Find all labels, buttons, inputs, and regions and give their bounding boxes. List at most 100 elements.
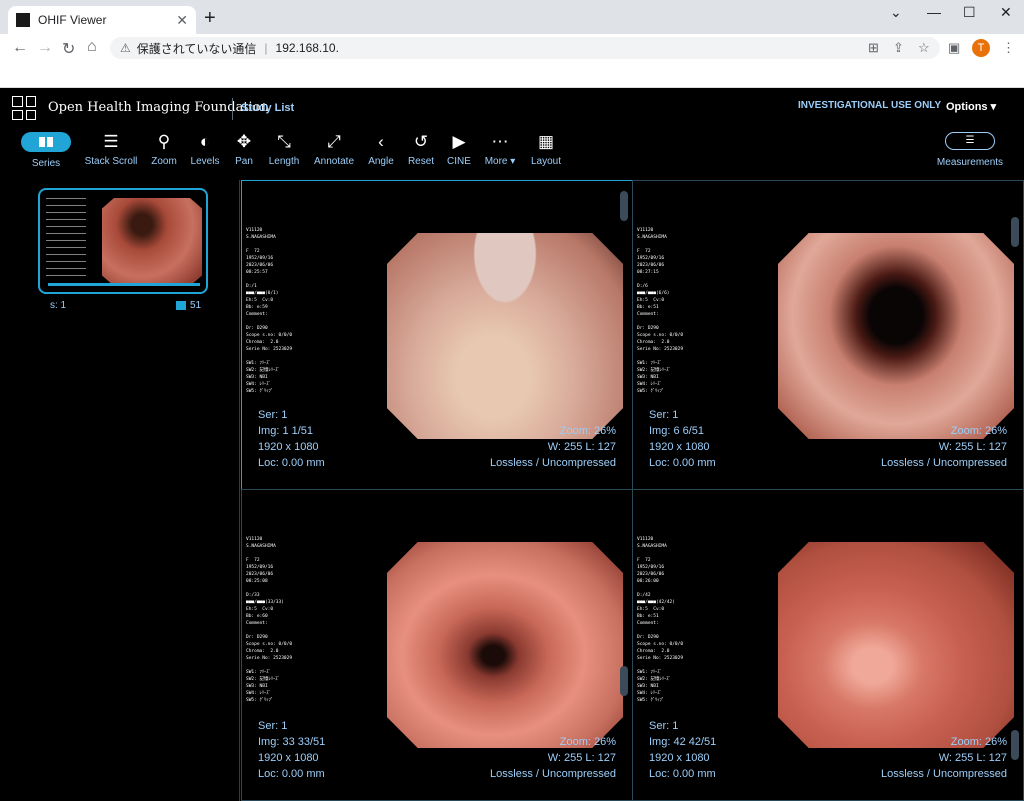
new-tab-button[interactable]: +	[204, 8, 216, 28]
bookmark-star-icon[interactable]: ☆	[918, 40, 930, 56]
caret-down-icon: ▾	[510, 156, 516, 167]
series-label: Series	[31, 158, 61, 169]
translate-icon[interactable]: ⊞	[868, 40, 879, 56]
back-button[interactable]: ←	[12, 39, 28, 57]
overlay-zoom: Zoom: 26%	[559, 425, 616, 437]
stack-scroll-label: Stack Scroll	[84, 156, 138, 167]
ohif-header: Open Health Imaging Foundation Study Lis…	[0, 88, 1024, 126]
viewport-grid: V11120 S.NAGASHIMA F 72 1952/09/16 2023/…	[241, 180, 1024, 801]
cine-button[interactable]: ▶ CINE	[443, 132, 475, 167]
image-count-value: 51	[190, 300, 202, 311]
overlay-series: Ser: 1	[649, 409, 679, 421]
series-icon	[21, 132, 71, 152]
stack-scroll-button[interactable]: ☰ Stack Scroll	[84, 132, 138, 167]
angle-button[interactable]: ‹ Angle	[365, 132, 397, 167]
overlay-size: 1920 x 1080	[649, 752, 710, 764]
overlay-compression: Lossless / Uncompressed	[490, 768, 616, 780]
zoom-icon: ⚲	[157, 132, 171, 151]
browser-tab-bar: OHIF Viewer ✕ + ⌄ — ☐ ✕	[0, 0, 1024, 34]
annotate-label: Annotate	[313, 156, 355, 167]
overlay-image: Img: 6 6/51	[649, 425, 705, 437]
overlay-top-left: Ser: 1 Img: 33 33/51 1920 x 1080 Loc: 0.…	[258, 718, 325, 782]
levels-label: Levels	[190, 156, 220, 167]
viewport-scrollbar[interactable]	[1011, 730, 1019, 760]
annotate-icon: ⤢	[327, 132, 341, 151]
ohif-favicon-icon	[16, 13, 30, 27]
burned-in-metadata: V11120 S.NAGASHIMA F 72 1952/09/16 2023/…	[637, 228, 684, 394]
series-number: s: 1	[50, 300, 67, 311]
overlay-zoom: Zoom: 26%	[950, 425, 1007, 437]
browser-tab[interactable]: OHIF Viewer ✕	[8, 6, 196, 34]
forward-button[interactable]: →	[37, 39, 53, 57]
viewport-3[interactable]: V11120 S.NAGASHIMA F 72 1952/09/16 2023/…	[241, 489, 633, 801]
viewport-2[interactable]: V11120 S.NAGASHIMA F 72 1952/09/16 2023/…	[632, 180, 1024, 490]
omnibox-separator: |	[264, 41, 268, 55]
levels-button[interactable]: ◐ Levels	[189, 132, 221, 167]
length-button[interactable]: ⤡ Length	[267, 132, 301, 167]
length-icon: ⤡	[277, 132, 291, 151]
endoscopy-image	[778, 233, 1014, 439]
series-thumbnail[interactable]	[38, 188, 208, 294]
security-text: 保護されていない通信	[136, 41, 257, 56]
cine-icon: ▶	[452, 132, 466, 151]
overlay-window-level: W: 255 L: 127	[547, 441, 616, 453]
burned-in-metadata: V11120 S.NAGASHIMA F 72 1952/09/16 2023/…	[246, 537, 293, 703]
minimize-button[interactable]: —	[927, 4, 941, 20]
side-panel-icon[interactable]: ▣	[948, 40, 960, 56]
endoscopy-image	[778, 542, 1014, 748]
series-button[interactable]: Series	[21, 132, 71, 169]
overlay-image: Img: 1 1/51	[258, 425, 314, 437]
options-menu[interactable]: Options ▾	[946, 100, 996, 113]
app-title: Open Health Imaging Foundation	[48, 100, 269, 115]
restore-button[interactable]: ☐	[963, 4, 976, 21]
pan-button[interactable]: ✥ Pan	[228, 132, 260, 167]
tab-title: OHIF Viewer	[38, 13, 107, 27]
overlay-size: 1920 x 1080	[258, 441, 319, 453]
tab-search-icon[interactable]: ⌄	[890, 4, 902, 21]
warning-icon[interactable]: ⚠	[120, 41, 131, 55]
more-button[interactable]: ⋯ More ▾	[482, 132, 518, 167]
options-label: Options	[946, 101, 988, 113]
ohif-logo-icon[interactable]	[12, 96, 36, 120]
close-tab-icon[interactable]: ✕	[176, 12, 188, 29]
viewport-scrollbar[interactable]	[620, 191, 628, 221]
viewport-1[interactable]: V11120 S.NAGASHIMA F 72 1952/09/16 2023/…	[241, 180, 633, 490]
overlay-series: Ser: 1	[649, 720, 679, 732]
length-label: Length	[268, 156, 300, 167]
overlay-location: Loc: 0.00 mm	[649, 768, 716, 780]
layout-button[interactable]: ▦ Layout	[528, 132, 564, 167]
image-count: 51	[176, 300, 201, 311]
annotate-button[interactable]: ⤢ Annotate	[313, 132, 355, 167]
more-label-wrap: More ▾	[482, 156, 518, 167]
overlay-size: 1920 x 1080	[649, 441, 710, 453]
levels-icon: ◐	[199, 132, 211, 151]
overlay-bottom-right: Zoom: 26% W: 255 L: 127 Lossless / Uncom…	[490, 423, 616, 471]
zoom-button[interactable]: ⚲ Zoom	[148, 132, 180, 167]
viewport-scrollbar[interactable]	[1011, 217, 1019, 247]
close-window-button[interactable]: ✕	[1000, 4, 1012, 21]
reset-label: Reset	[407, 156, 435, 167]
browser-menu-icon[interactable]: ⋮	[1002, 40, 1015, 56]
overlay-location: Loc: 0.00 mm	[258, 457, 325, 469]
study-list-link[interactable]: Study List	[241, 102, 294, 114]
url-text: 192.168.10.	[275, 41, 339, 55]
home-button[interactable]: ⌂	[87, 38, 97, 56]
reload-button[interactable]: ↻	[62, 39, 75, 59]
profile-avatar[interactable]: T	[972, 39, 990, 57]
endoscopy-image	[387, 542, 623, 748]
viewport-scrollbar[interactable]	[620, 666, 628, 696]
overlay-bottom-right: Zoom: 26% W: 255 L: 127 Lossless / Uncom…	[490, 734, 616, 782]
viewport-4[interactable]: V11120 S.NAGASHIMA F 72 1952/09/16 2023/…	[632, 489, 1024, 801]
overlay-compression: Lossless / Uncompressed	[881, 768, 1007, 780]
share-icon[interactable]: ⇪	[893, 40, 904, 56]
header-divider	[232, 98, 233, 120]
overlay-image: Img: 42 42/51	[649, 736, 717, 748]
reset-icon: ↺	[413, 132, 429, 151]
overlay-series: Ser: 1	[258, 409, 288, 421]
overlay-top-left: Ser: 1 Img: 1 1/51 1920 x 1080 Loc: 0.00…	[258, 407, 325, 471]
measurements-button[interactable]: ☰ Measurements	[934, 132, 1006, 168]
overlay-compression: Lossless / Uncompressed	[490, 457, 616, 469]
overlay-compression: Lossless / Uncompressed	[881, 457, 1007, 469]
reset-button[interactable]: ↺ Reset	[405, 132, 437, 167]
url-omnibox[interactable]: ⚠ 保護されていない通信 | 192.168.10.	[110, 37, 940, 59]
